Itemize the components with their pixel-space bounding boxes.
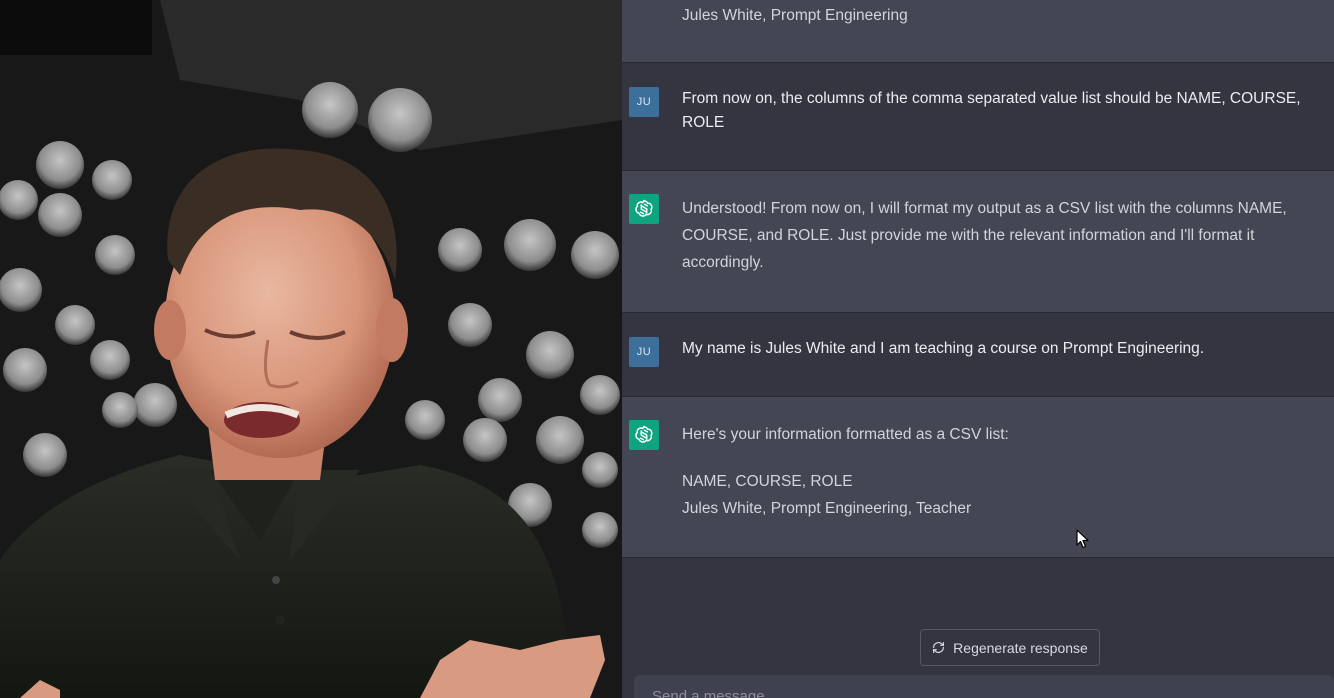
regenerate-label: Regenerate response [953,639,1088,656]
presenter-video [0,0,622,698]
message-input[interactable] [650,687,1254,698]
user-avatar: JU [629,337,659,367]
message-line: COURSE, and ROLE. Just provide me with t… [682,227,1255,244]
message-text: Here's your information formatted as a C… [682,421,1314,522]
user-avatar: JU [629,87,659,117]
message-line: NAME, COURSE, ROLE [682,473,853,490]
message-text: Understood! From now on, I will format m… [682,195,1314,276]
message-line: accordingly. [682,254,764,271]
bot-message: Understood! From now on, I will format m… [622,171,1334,313]
mouse-pointer-icon [1076,529,1089,549]
user-message: JU From now on, the columns of the comma… [622,63,1334,171]
message-text: My name is Jules White and I am teaching… [682,337,1314,361]
openai-logo-icon [629,194,659,224]
message-text: Jules White, Prompt Engineering [682,2,1314,29]
message-line: ROLE [682,114,725,131]
bot-message: Here's your information formatted as a C… [622,397,1334,558]
message-line: Here's your information formatted as a C… [682,426,1009,443]
video-frame [0,0,622,698]
message-line: Jules White, Prompt Engineering, Teacher [682,500,972,517]
user-message: JU My name is Jules White and I am teach… [622,313,1334,397]
openai-logo-icon [629,420,659,450]
chat-panel: Jules White, Prompt Engineering JU From … [622,0,1334,698]
message-text: From now on, the columns of the comma se… [682,87,1314,135]
message-input-box[interactable] [634,675,1334,698]
line-spacer [682,448,1314,468]
message-line: From now on, the columns of the comma se… [682,90,1301,107]
regenerate-response-button[interactable]: Regenerate response [920,629,1100,666]
message-line: Jules White, Prompt Engineering [682,7,908,24]
message-line: My name is Jules White and I am teaching… [682,340,1205,357]
refresh-icon [933,642,945,653]
bot-message: Jules White, Prompt Engineering [622,0,1334,63]
message-line: Understood! From now on, I will format m… [682,200,1287,217]
